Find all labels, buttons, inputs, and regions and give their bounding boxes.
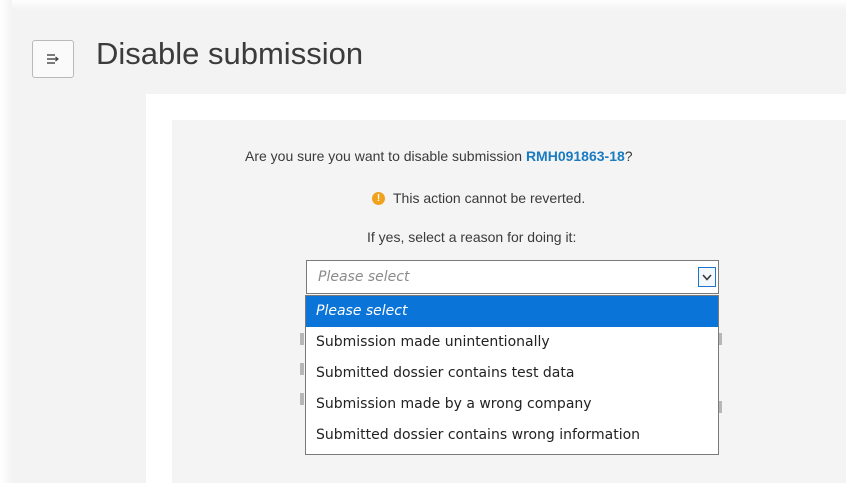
option-unintentional[interactable]: Submission made unintentionally [306, 327, 718, 358]
page-title: Disable submission [96, 36, 364, 71]
question-prefix: Are you sure you want to disable submiss… [245, 148, 526, 164]
left-shadow [0, 0, 12, 483]
option-test-data[interactable]: Submitted dossier contains test data [306, 358, 718, 389]
hidden-content-fragment [300, 363, 304, 375]
sidebar-toggle-button[interactable] [32, 40, 74, 78]
question-text-line: Are you sure you want to disable submiss… [245, 148, 633, 164]
option-wrong-information[interactable]: Submitted dossier contains wrong informa… [306, 420, 718, 451]
menu-collapse-icon [47, 54, 59, 64]
submission-id-link[interactable]: RMH091863-18 [526, 148, 625, 164]
warning-message: ! This action cannot be reverted. [372, 190, 585, 206]
reason-dropdown-list: Please select Submission made unintentio… [305, 295, 719, 455]
reason-select[interactable]: Please select [306, 260, 719, 294]
chevron-down-icon [702, 274, 712, 281]
dropdown-toggle[interactable] [698, 267, 716, 287]
reason-prompt: If yes, select a reason for doing it: [367, 229, 577, 245]
reason-select-value: Please select [318, 269, 410, 285]
warning-text: This action cannot be reverted. [393, 190, 586, 206]
warning-icon: ! [372, 191, 385, 205]
option-please-select[interactable]: Please select [306, 296, 718, 327]
hidden-content-fragment [300, 393, 304, 405]
option-wrong-company[interactable]: Submission made by a wrong company [306, 389, 718, 420]
question-suffix: ? [624, 148, 633, 164]
top-shadow [0, 0, 846, 10]
hidden-content-fragment [300, 333, 304, 345]
